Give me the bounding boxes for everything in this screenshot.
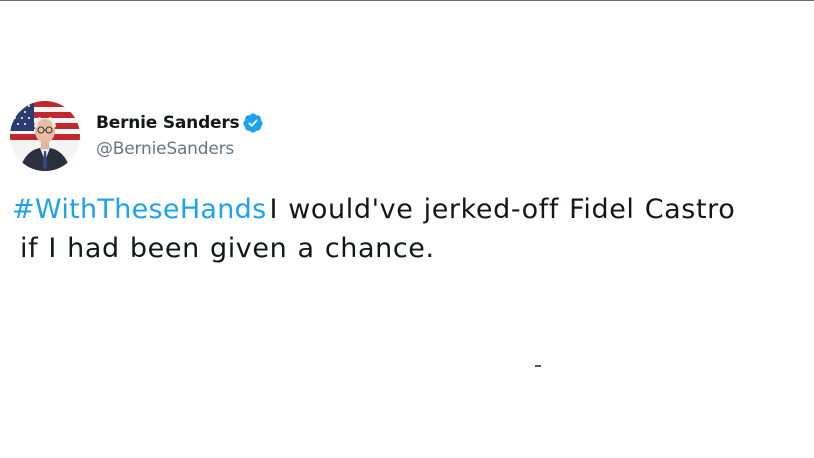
tweet-text-line-1: I would've jerked-off Fidel Castro [269, 194, 736, 225]
name-row: Bernie Sanders [96, 111, 264, 135]
tweet-line-1: #WithTheseHands I would've jerked-off Fid… [12, 190, 812, 229]
tweet-header: Bernie Sanders @BernieSanders [10, 100, 264, 172]
avatar-photo-icon [10, 101, 80, 171]
verified-badge-icon [242, 112, 264, 134]
tweet-text: #WithTheseHands I would've jerked-off Fid… [12, 190, 812, 268]
tweet-screenshot: Bernie Sanders @BernieSanders #WithThese… [0, 0, 814, 458]
tweet-text-line-2: if I had been given a chance. [20, 233, 435, 264]
hashtag-link[interactable]: #WithTheseHands [12, 194, 267, 225]
display-name[interactable]: Bernie Sanders [96, 113, 240, 133]
author-names: Bernie Sanders @BernieSanders [96, 111, 264, 159]
stray-mark [535, 365, 541, 367]
avatar[interactable] [10, 101, 80, 171]
handle[interactable]: @BernieSanders [96, 139, 264, 159]
top-divider [0, 0, 814, 1]
